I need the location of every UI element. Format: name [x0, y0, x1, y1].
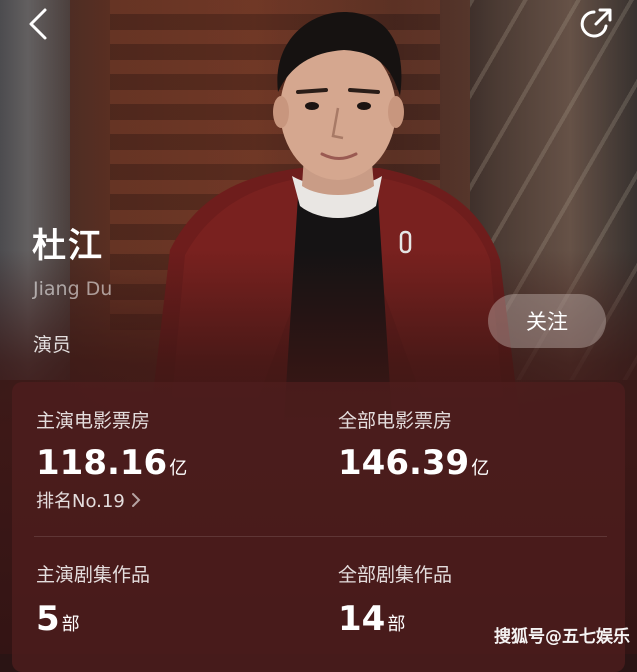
rank-label: 排名No.19	[36, 491, 125, 512]
chevron-right-icon	[131, 493, 141, 507]
stat-value: 118.16 亿	[36, 443, 188, 483]
rank-link[interactable]: 排名No.19	[36, 487, 187, 513]
stat-total-box-office: 全部电影票房 146.39 亿	[338, 406, 489, 483]
chevron-left-icon	[29, 8, 47, 40]
stat-label: 全部剧集作品	[338, 564, 453, 586]
stat-value: 14 部	[338, 599, 406, 639]
stat-label: 主演电影票房	[36, 410, 151, 432]
actor-name-english: Jiang Du	[33, 278, 113, 300]
actor-role: 演员	[33, 334, 72, 356]
stat-total-series: 全部剧集作品 14 部	[338, 560, 452, 639]
stats-divider	[34, 536, 607, 537]
back-button[interactable]	[22, 6, 54, 42]
share-button[interactable]	[576, 4, 616, 44]
share-icon	[580, 8, 612, 38]
follow-button[interactable]: 关注	[488, 294, 606, 348]
stat-unit: 部	[61, 614, 80, 635]
stat-lead-series: 主演剧集作品 5部	[36, 560, 150, 639]
source-watermark: 搜狐号@五七娱乐	[494, 627, 630, 647]
actor-name: 杜江	[32, 226, 104, 266]
stat-value: 5部	[36, 599, 80, 639]
stat-label: 主演剧集作品	[36, 564, 151, 586]
stat-label: 全部电影票房	[338, 410, 453, 432]
stat-unit: 亿	[169, 458, 188, 479]
stat-value: 146.39 亿	[338, 443, 490, 483]
stat-unit: 亿	[471, 458, 490, 479]
stat-lead-box-office: 主演电影票房 118.16 亿 排名No.19	[36, 406, 187, 513]
stat-unit: 部	[387, 614, 406, 635]
